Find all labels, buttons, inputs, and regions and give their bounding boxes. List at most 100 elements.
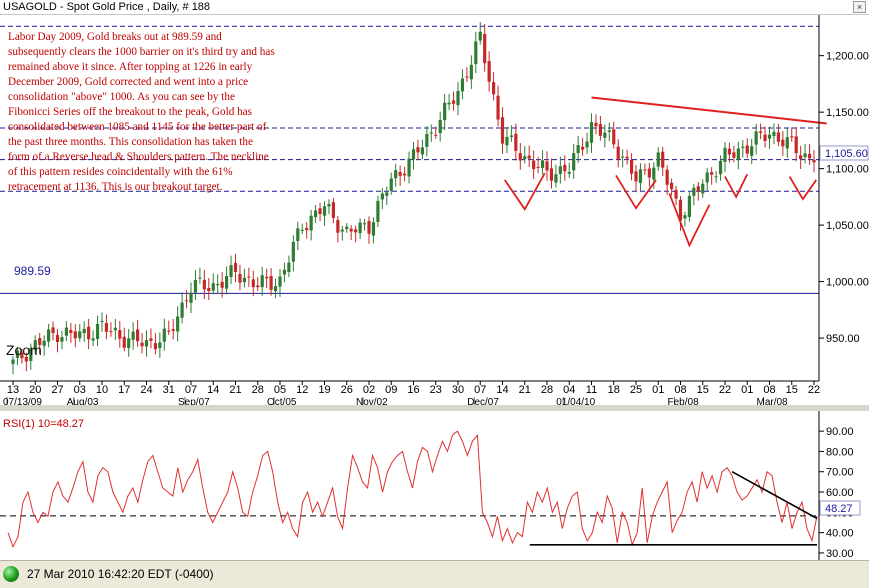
date-tick-label: 16 [407,384,419,396]
rsi-current-label: 48.27 [825,503,853,515]
candle-body [554,174,558,183]
candle-body [741,146,745,148]
candle-body [153,343,157,350]
candle-body [314,210,318,218]
candle-body [407,158,411,177]
candle-body [229,265,233,277]
date-tick-label: 13 [7,384,19,396]
candle-body [260,275,264,288]
candle-body [665,169,669,185]
candle-body [500,117,505,144]
candle-body [696,186,700,192]
chart-title: USAGOLD - Spot Gold Price , Daily, # 188 [3,1,211,13]
candle-body [394,170,398,179]
candle-body [251,279,255,288]
candle-body [754,131,758,145]
candle-body [220,281,224,288]
candle-body [647,168,651,178]
candle-body [127,338,131,349]
candle-body [790,136,794,138]
candle-body [674,189,678,199]
rsi-tick-label: 30.00 [826,548,854,560]
candle-body [625,156,629,159]
candle-body [78,331,82,339]
price-tick-label: 1,150.00 [826,107,869,119]
date-tick-label: 19 [318,384,330,396]
candle-body [705,172,709,183]
candle-body [11,359,15,365]
candle-body [670,182,674,190]
candle-body [763,134,767,141]
candle-body [518,153,522,161]
rsi-chart[interactable]: 90.0080.0070.0060.0050.0040.0030.00 RSI(… [0,411,869,560]
candle-body [362,223,367,225]
candle-body [736,148,740,160]
candle-body [799,155,803,159]
candle-body [598,124,602,136]
candle-body [60,337,64,342]
date-tick-label: 09 [385,384,397,396]
date-tick-label: 21 [519,384,531,396]
candle-body [661,151,665,168]
close-chart-button[interactable]: × [853,1,866,13]
date-tick-label: 15 [786,384,798,396]
candle-body [576,145,580,153]
candle-body [403,173,407,176]
current-price-label: 1,105.60 [825,148,868,160]
candle-body [505,136,509,146]
candle-body [710,172,714,175]
candle-body [420,147,424,155]
candle-body [616,146,620,160]
candle-body [380,193,384,200]
candle-body [202,279,206,290]
candle-body [265,276,269,279]
candle-body [425,134,429,147]
connection-status-icon[interactable] [3,566,19,582]
candle-body [638,169,643,183]
candle-body [492,82,496,95]
candle-body [287,262,291,272]
candle-body [340,229,344,232]
candle-body [807,153,812,159]
rsi-tick-label: 70.00 [826,467,854,479]
candle-body [95,323,100,339]
candle-body [692,187,696,196]
candle-body [572,153,576,171]
candle-body [367,221,371,234]
candle-body [269,276,273,290]
price-tick-label: 950.00 [826,333,860,345]
candle-body [629,159,634,174]
candle-body [131,331,135,340]
date-tick-label: 08 [763,384,775,396]
candle-body [109,331,113,333]
candle-body [345,226,349,230]
price-tick-label: 1,000.00 [826,277,869,289]
candle-body [532,160,536,170]
candle-body [465,76,469,78]
candle-body [487,61,491,82]
candle-body [434,134,438,136]
candle-body [612,129,616,145]
chart-title-bar: USAGOLD - Spot Gold Price , Daily, # 188… [0,0,869,15]
candle-body [198,277,202,279]
date-tick-label: 07 [474,384,486,396]
date-tick-label: 23 [430,384,442,396]
date-tick-label: 03 [74,384,86,396]
candle-body [291,241,295,262]
candle-body [723,147,727,162]
candle-body [745,145,749,154]
date-tick-label: 08 [674,384,686,396]
analysis-annotation: Labor Day 2009, Gold breaks out at 989.5… [8,31,275,193]
candle-body [794,136,798,154]
candle-body [242,277,246,283]
price-tick-label: 1,100.00 [826,164,869,176]
candle-body [732,152,736,158]
candle-body [438,120,442,134]
candle-body [474,41,478,64]
candle-body [496,95,500,120]
zoom-control[interactable]: Zoom [6,342,42,358]
date-tick-label: 18 [608,384,620,396]
candle-body [318,208,322,215]
candle-body [336,220,340,233]
candle-body [443,102,447,121]
